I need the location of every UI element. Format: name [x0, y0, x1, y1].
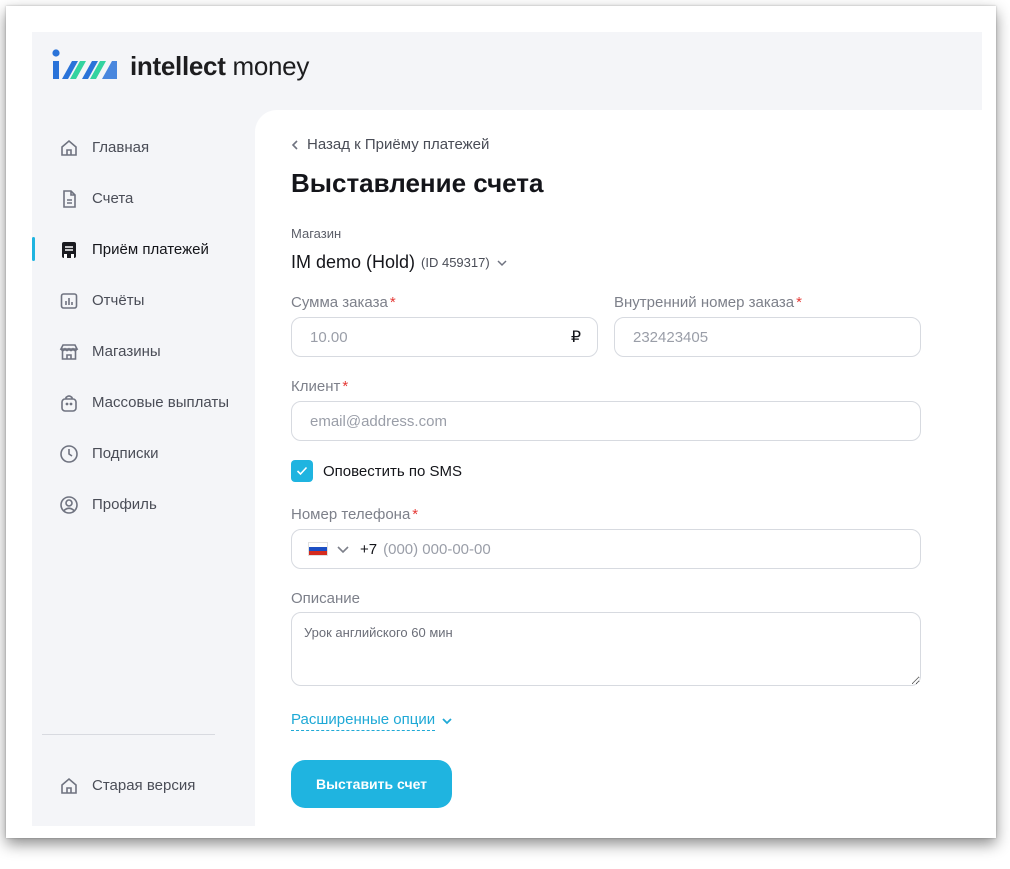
chart-icon	[58, 290, 80, 312]
advanced-options-label: Расширенные опции	[291, 711, 436, 731]
sidebar-divider	[42, 734, 215, 735]
back-link-label: Назад к Приёму платежей	[307, 136, 490, 153]
chevron-down-icon	[441, 717, 453, 725]
chevron-left-icon	[291, 139, 299, 151]
amount-field: ₽	[291, 317, 598, 357]
description-textarea[interactable]	[291, 612, 921, 686]
shop-id: (ID 459317)	[421, 255, 490, 270]
sidebar: Главная Счета Приём платежей Отчёты Мага…	[32, 122, 254, 530]
sidebar-item-invoices[interactable]: Счета	[32, 173, 254, 224]
document-icon	[58, 188, 80, 210]
sidebar-item-profile[interactable]: Профиль	[32, 479, 254, 530]
sms-notify-checkbox[interactable]	[291, 460, 313, 482]
logo[interactable]: intellect money	[52, 46, 309, 86]
sidebar-item-label: Отчёты	[92, 292, 145, 309]
amount-label: Сумма заказа *	[291, 294, 396, 311]
sms-notify-label: Оповестить по SMS	[323, 462, 463, 480]
home-icon	[58, 775, 80, 797]
ruble-sign: ₽	[570, 329, 581, 346]
client-label-text: Клиент	[291, 378, 341, 395]
sidebar-item-stores[interactable]: Магазины	[32, 326, 254, 377]
advanced-options-toggle[interactable]: Расширенные опции	[291, 711, 453, 731]
sidebar-item-label: Приём платежей	[92, 241, 209, 258]
client-label: Клиент *	[291, 378, 348, 395]
description-label: Описание	[291, 590, 361, 607]
order-number-field	[614, 317, 921, 357]
sidebar-item-label: Старая версия	[92, 777, 196, 794]
order-number-label: Внутренний номер заказа *	[614, 294, 802, 311]
sidebar-item-old-version[interactable]: Старая версия	[32, 760, 280, 811]
home-icon	[58, 137, 80, 159]
window-frame: intellect money Главная Счета Приём плат…	[6, 6, 996, 838]
amount-input[interactable]	[292, 318, 571, 356]
required-mark: *	[412, 506, 419, 523]
order-number-input[interactable]	[615, 318, 920, 356]
required-mark: *	[389, 294, 396, 311]
issue-invoice-button[interactable]: Выставить счет	[291, 760, 452, 808]
client-field	[291, 401, 921, 441]
sidebar-item-label: Подписки	[92, 445, 159, 462]
sidebar-item-subscriptions[interactable]: Подписки	[32, 428, 254, 479]
client-email-input[interactable]	[292, 402, 920, 440]
russia-flag-icon	[308, 542, 328, 556]
sidebar-item-home[interactable]: Главная	[32, 122, 254, 173]
check-icon	[296, 466, 308, 476]
sidebar-item-reports[interactable]: Отчёты	[32, 275, 254, 326]
shop-select[interactable]: IM demo (Hold) (ID 459317)	[291, 252, 508, 273]
app: intellect money Главная Счета Приём плат…	[32, 32, 982, 826]
store-icon	[58, 341, 80, 363]
chevron-down-icon	[496, 259, 508, 267]
phone-field: +7	[291, 529, 921, 569]
sidebar-item-mass-payouts[interactable]: Массовые выплаты	[32, 377, 254, 428]
sidebar-item-label: Профиль	[92, 496, 157, 513]
user-icon	[58, 494, 80, 516]
brand-name-regular: money	[225, 50, 310, 81]
order-number-label-text: Внутренний номер заказа	[614, 294, 795, 311]
country-dropdown-chevron-icon[interactable]	[336, 545, 350, 554]
sidebar-item-label: Счета	[92, 190, 134, 207]
shop-name: IM demo (Hold)	[291, 252, 416, 272]
page-title: Выставление счета	[291, 168, 544, 198]
required-mark: *	[796, 294, 802, 311]
brand-name-bold: intellect	[130, 50, 226, 81]
im-logo-icon	[52, 49, 117, 79]
sidebar-item-payments[interactable]: Приём платежей	[32, 224, 254, 275]
required-mark: *	[342, 378, 349, 395]
phone-label: Номер телефона *	[291, 506, 418, 523]
bag-icon	[58, 392, 80, 414]
clock-icon	[58, 443, 80, 465]
sidebar-item-label: Массовые выплаты	[92, 394, 230, 411]
phone-label-text: Номер телефона	[291, 506, 411, 523]
sidebar-item-label: Магазины	[92, 343, 161, 360]
sidebar-item-label: Главная	[92, 139, 150, 156]
country-code: +7	[360, 540, 378, 558]
amount-label-text: Сумма заказа	[291, 294, 388, 311]
terminal-icon	[58, 239, 80, 261]
main-panel: Назад к Приёму платежей Выставление счет…	[255, 110, 982, 826]
phone-input[interactable]	[377, 530, 920, 568]
brand-name: intellect money	[130, 51, 309, 82]
back-link[interactable]: Назад к Приёму платежей	[291, 136, 489, 153]
shop-label: Магазин	[291, 226, 342, 241]
sms-notify-checkbox-row[interactable]: Оповестить по SMS	[291, 460, 462, 482]
